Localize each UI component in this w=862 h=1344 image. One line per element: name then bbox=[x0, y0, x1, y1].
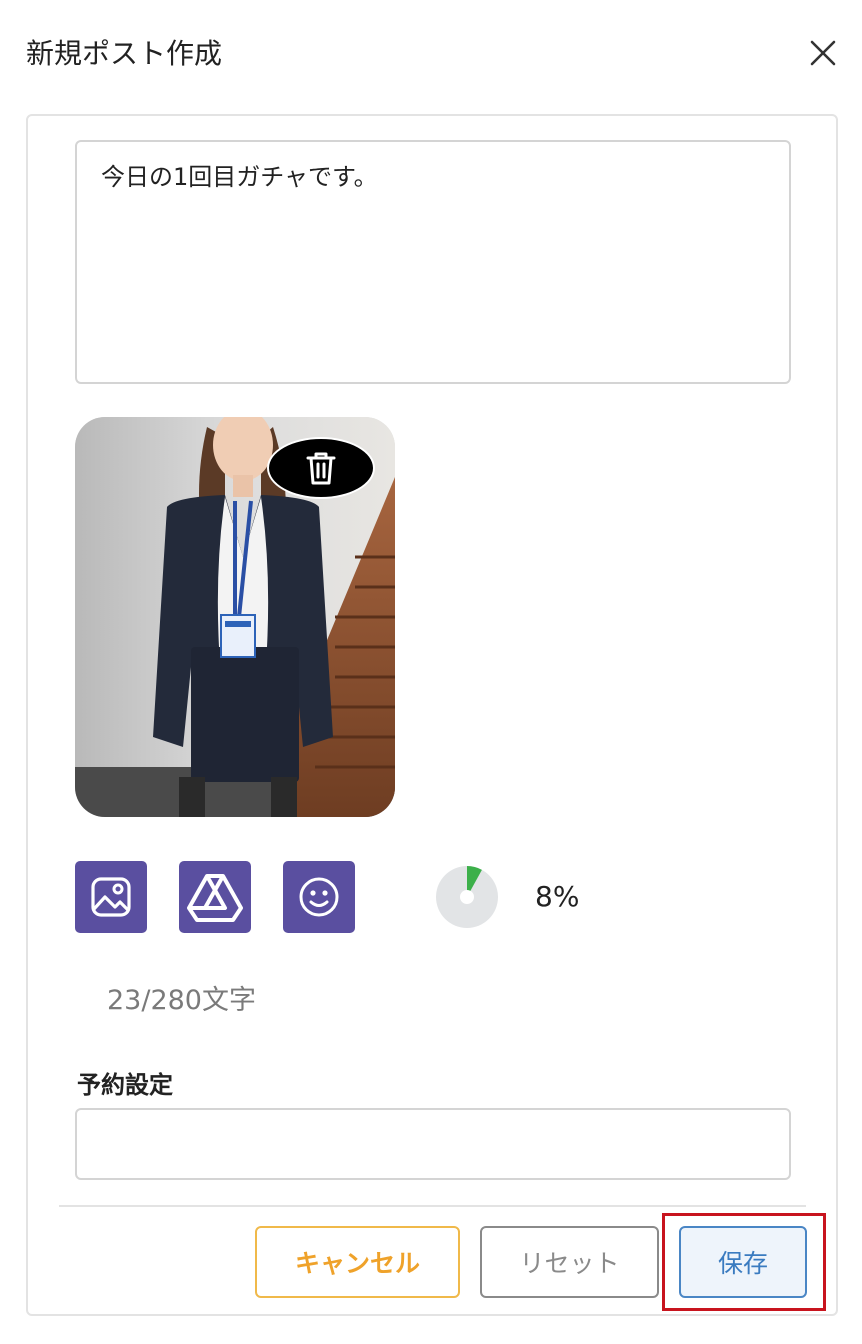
save-button[interactable]: 保存 bbox=[679, 1226, 807, 1298]
post-text-input[interactable] bbox=[75, 140, 791, 384]
trash-icon bbox=[306, 452, 336, 485]
delete-image-button[interactable] bbox=[267, 437, 375, 499]
page-title: 新規ポスト作成 bbox=[26, 37, 223, 70]
character-count: 23/280文字 bbox=[107, 985, 256, 1016]
character-progress-ring bbox=[436, 866, 498, 928]
google-drive-icon bbox=[187, 874, 243, 922]
schedule-label: 予約設定 bbox=[77, 1071, 173, 1099]
footer-divider bbox=[59, 1205, 806, 1207]
schedule-input[interactable] bbox=[75, 1108, 791, 1180]
image-icon bbox=[91, 877, 131, 917]
smile-icon bbox=[299, 877, 339, 917]
image-preview bbox=[75, 417, 395, 817]
google-drive-button[interactable] bbox=[179, 861, 251, 933]
cancel-button[interactable]: キャンセル bbox=[255, 1226, 460, 1298]
reset-button[interactable]: リセット bbox=[480, 1226, 659, 1298]
add-image-button[interactable] bbox=[75, 861, 147, 933]
close-button[interactable] bbox=[804, 34, 842, 72]
progress-percent-label: 8% bbox=[535, 880, 580, 913]
emoji-button[interactable] bbox=[283, 861, 355, 933]
close-icon bbox=[810, 40, 836, 66]
